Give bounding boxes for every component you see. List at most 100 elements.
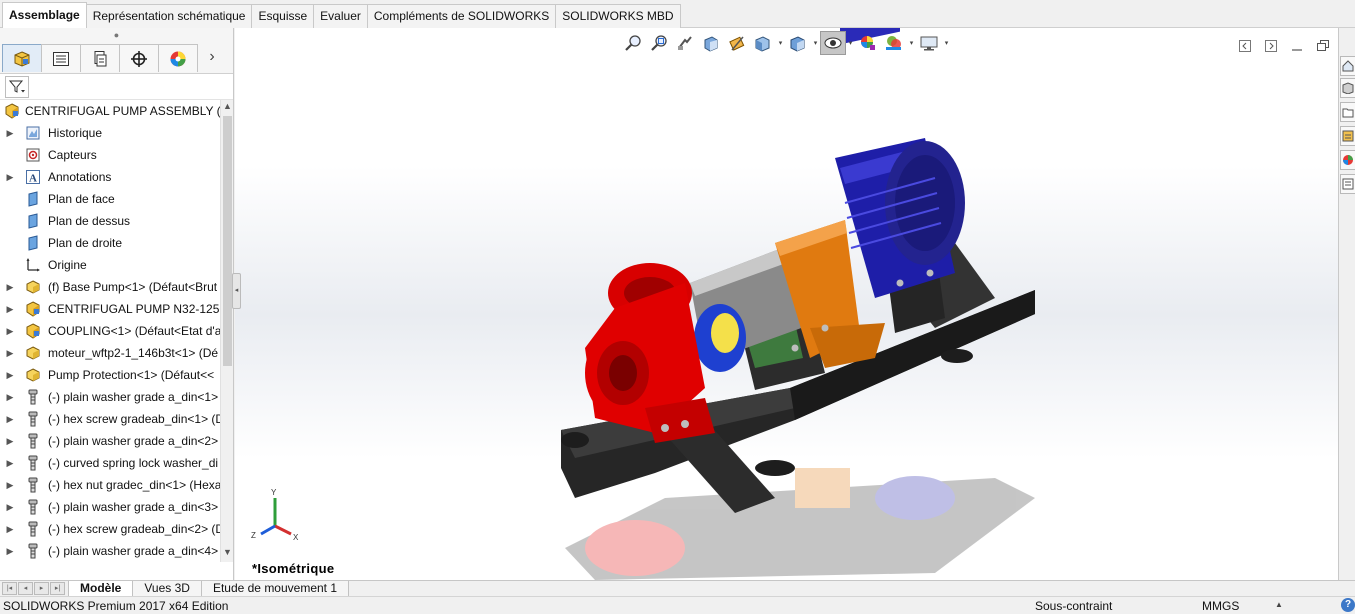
expand-arrow-icon[interactable]: ▶	[3, 370, 17, 381]
expand-arrow-icon[interactable]: ▶	[3, 524, 17, 535]
expand-arrow-icon[interactable]: ▶	[3, 392, 17, 403]
tree-item[interactable]: ▶ A Annotations	[0, 166, 220, 188]
first-tab-icon[interactable]: |◂	[2, 582, 17, 595]
tab-assemblage[interactable]: Assemblage	[2, 2, 87, 28]
scroll-thumb[interactable]	[223, 116, 232, 366]
expand-arrow-icon[interactable]: ▶	[3, 480, 17, 491]
tab-esquisse[interactable]: Esquisse	[251, 4, 315, 28]
tree-item[interactable]: ▶ Historique	[0, 122, 220, 144]
edit-appearance-icon[interactable]	[855, 31, 881, 55]
scroll-down-icon[interactable]: ▼	[221, 547, 234, 561]
expand-arrow-icon[interactable]: ▶	[3, 326, 17, 337]
help-icon[interactable]: ?	[1341, 598, 1355, 612]
sensor-icon	[24, 146, 42, 164]
scroll-up-icon[interactable]: ▲	[221, 101, 234, 115]
panel-grip[interactable]: ●	[0, 28, 233, 42]
zoom-to-area-icon[interactable]	[646, 31, 672, 55]
tree-item[interactable]: ▶ COUPLING<1> (Défaut<Etat d'a	[0, 320, 220, 342]
expand-arrow-icon[interactable]: ▶	[3, 458, 17, 469]
tree-item[interactable]: Plan de face	[0, 188, 220, 210]
view-orientation-icon[interactable]	[750, 31, 776, 55]
expand-arrow-icon[interactable]: ▶	[3, 128, 17, 139]
dynamic-annotation-icon[interactable]	[724, 31, 750, 55]
tab-vues-3d[interactable]: Vues 3D	[132, 581, 202, 597]
view-palette-icon[interactable]	[1340, 126, 1355, 146]
expand-arrow-icon[interactable]: ▶	[3, 304, 17, 315]
chevron-down-icon[interactable]: ▾	[846, 39, 855, 47]
panel-collapse-handle[interactable]: ◂	[232, 273, 241, 309]
tree-item[interactable]: ▶ CENTRIFUGAL PUMP N32-125<1	[0, 298, 220, 320]
tree-item-label: (-) plain washer grade a_din<3>	[48, 500, 219, 514]
collapse-right-icon[interactable]	[1261, 38, 1281, 54]
expand-arrow-icon[interactable]: ▶	[3, 172, 17, 183]
display-manager-icon[interactable]	[158, 44, 198, 72]
filter-icon[interactable]	[5, 75, 29, 98]
unit-system[interactable]: MMGS	[1202, 599, 1239, 613]
tree-item[interactable]: Plan de dessus	[0, 210, 220, 232]
restore-icon[interactable]	[1313, 38, 1333, 54]
custom-properties-icon[interactable]	[1340, 174, 1355, 194]
last-tab-icon[interactable]: ▸|	[50, 582, 65, 595]
view-settings-icon[interactable]	[916, 31, 942, 55]
collapse-left-icon[interactable]	[1235, 38, 1255, 54]
prev-tab-icon[interactable]: ◂	[18, 582, 33, 595]
tree-item[interactable]: ▶ (-) hex screw gradeab_din<2> (D	[0, 518, 220, 540]
plane-icon	[24, 212, 42, 230]
tree-root-assembly[interactable]: CENTRIFUGAL PUMP ASSEMBLY (Dé	[0, 100, 220, 122]
tab-evaluer[interactable]: Evaluer	[313, 4, 368, 28]
tab-solidworks-mbd[interactable]: SOLIDWORKS MBD	[555, 4, 681, 28]
tree-item[interactable]: ▶ (f) Base Pump<1> (Défaut<Brut	[0, 276, 220, 298]
tree-item[interactable]: ▶ moteur_wftp2-1_146b3t<1> (Dé	[0, 342, 220, 364]
chevron-up-icon[interactable]: ▲	[1275, 600, 1283, 609]
tab-etude-de-mouvement[interactable]: Etude de mouvement 1	[200, 581, 350, 597]
tree-item[interactable]: ▶ (-) plain washer grade a_din<1>	[0, 386, 220, 408]
tree-item[interactable]: ▶ (-) plain washer grade a_din<4>	[0, 540, 220, 562]
dimxpert-icon[interactable]	[119, 44, 159, 72]
chevron-down-icon[interactable]: ▾	[811, 39, 820, 47]
design-library-icon[interactable]	[1340, 78, 1355, 98]
expand-arrow-icon[interactable]: ▶	[3, 436, 17, 447]
expand-arrow-icon[interactable]: ▶	[3, 348, 17, 359]
tab-complements[interactable]: Compléments de SOLIDWORKS	[366, 4, 557, 28]
expand-arrow-icon[interactable]: ▶	[3, 282, 17, 293]
appearances-icon[interactable]	[1340, 150, 1355, 170]
tree-item[interactable]: Origine	[0, 254, 220, 276]
subassembly-icon	[24, 322, 42, 340]
tree-scrollbar[interactable]: ▲ ▼	[220, 100, 233, 562]
minimize-icon[interactable]	[1287, 38, 1307, 54]
zoom-to-fit-icon[interactable]	[620, 31, 646, 55]
hide-show-items-icon[interactable]	[820, 31, 846, 55]
expand-arrow-icon[interactable]: ▶	[3, 546, 17, 557]
tree-item[interactable]: ▶ Pump Protection<1> (Défaut<<	[0, 364, 220, 386]
next-tab-icon[interactable]: ▸	[34, 582, 49, 595]
section-view-icon[interactable]	[698, 31, 724, 55]
feature-tree-icon[interactable]	[2, 44, 42, 72]
tab-representation-schematique[interactable]: Représentation schématique	[85, 4, 253, 28]
configuration-manager-icon[interactable]	[80, 44, 120, 72]
display-style-icon[interactable]	[785, 31, 811, 55]
tree-item[interactable]: Plan de droite	[0, 232, 220, 254]
part-icon	[24, 278, 42, 296]
apply-scene-icon[interactable]	[881, 31, 907, 55]
tab-modele[interactable]: Modèle	[68, 581, 134, 597]
tree-item[interactable]: ▶ (-) curved spring lock washer_di	[0, 452, 220, 474]
tree-item[interactable]: ▶ (-) hex screw gradeab_din<1> (D	[0, 408, 220, 430]
tree-item-label: moteur_wftp2-1_146b3t<1> (Dé	[48, 346, 219, 360]
tree-item-label: CENTRIFUGAL PUMP N32-125<1	[48, 302, 220, 316]
expand-arrow-icon[interactable]: ▶	[3, 502, 17, 513]
file-explorer-icon[interactable]	[1340, 102, 1355, 122]
tree-item[interactable]: ▶ (-) plain washer grade a_din<3>	[0, 496, 220, 518]
property-manager-icon[interactable]	[41, 44, 81, 72]
previous-view-icon[interactable]	[672, 31, 698, 55]
graphics-area[interactable]: ▾ ▾ ▾ ▾ ▾ Y X Z *Isométrique	[235, 28, 1338, 580]
more-tabs-button[interactable]: ›	[197, 42, 227, 73]
pump-assembly-model[interactable]	[235, 28, 1338, 580]
solidworks-resources-icon[interactable]	[1340, 56, 1355, 76]
chevron-down-icon[interactable]: ▾	[776, 39, 785, 47]
tree-item[interactable]: ▶ (-) hex nut gradec_din<1> (Hexa	[0, 474, 220, 496]
chevron-down-icon[interactable]: ▾	[907, 39, 916, 47]
tree-item[interactable]: ▶ (-) plain washer grade a_din<2>	[0, 430, 220, 452]
tree-item[interactable]: Capteurs	[0, 144, 220, 166]
expand-arrow-icon[interactable]: ▶	[3, 414, 17, 425]
chevron-down-icon[interactable]: ▾	[942, 39, 951, 47]
